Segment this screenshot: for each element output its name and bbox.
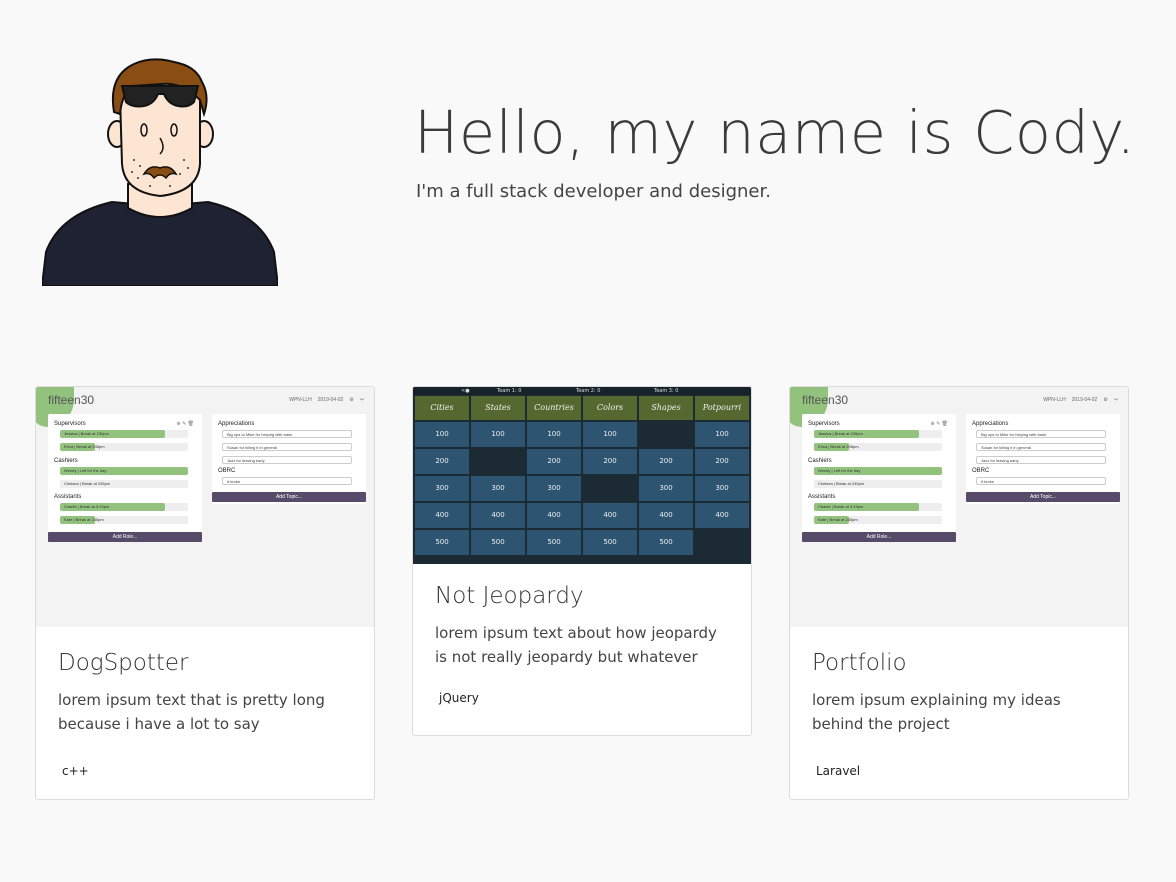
- jeopardy-scorebar: <● Team 1: 0 Team 2: 0 Team 3: 0: [413, 387, 751, 395]
- jeopardy-cell[interactable]: 200: [527, 449, 581, 474]
- hero-subtitle: I'm a full stack developer and designer.: [416, 181, 771, 202]
- jeopardy-cell[interactable]: 500: [583, 530, 637, 555]
- jeopardy-cell[interactable]: 300: [695, 476, 749, 501]
- project-description: lorem ipsum text about how jeopardy is n…: [435, 624, 717, 666]
- project-tech-tag: c++: [62, 764, 89, 778]
- jeopardy-cell[interactable]: 300: [527, 476, 581, 501]
- jeopardy-cell[interactable]: 400: [639, 503, 693, 528]
- jeopardy-cell[interactable]: 500: [639, 530, 693, 555]
- project-description: lorem ipsum explaining my ideas behind t…: [812, 691, 1061, 733]
- project-title: Portfolio: [812, 650, 907, 676]
- jeopardy-category: Colors: [583, 396, 637, 420]
- project-card-not-jeopardy[interactable]: <● Team 1: 0 Team 2: 0 Team 3: 0 Cities S…: [412, 386, 752, 736]
- jeopardy-cell[interactable]: 400: [415, 503, 469, 528]
- project-title: DogSpotter: [58, 650, 189, 676]
- project-tech-tag: jQuery: [439, 691, 479, 705]
- jeopardy-cell[interactable]: 500: [471, 530, 525, 555]
- mock-brand: fifteen30: [48, 393, 95, 407]
- jeopardy-cell[interactable]: 100: [583, 422, 637, 447]
- jeopardy-cell-used: [583, 476, 637, 501]
- project-description: lorem ipsum text that is pretty long bec…: [58, 691, 325, 733]
- jeopardy-cell[interactable]: 400: [471, 503, 525, 528]
- jeopardy-cell[interactable]: 300: [415, 476, 469, 501]
- jeopardy-cell[interactable]: 200: [639, 449, 693, 474]
- jeopardy-cell[interactable]: 200: [695, 449, 749, 474]
- jeopardy-cell[interactable]: 300: [639, 476, 693, 501]
- jeopardy-cell[interactable]: 200: [415, 449, 469, 474]
- jeopardy-cell[interactable]: 400: [583, 503, 637, 528]
- project-screenshot: fifteen30 WPN-LLH 2019-04-02 ⚙ ↪ Supervisor…: [790, 387, 1128, 627]
- jeopardy-cell[interactable]: 100: [695, 422, 749, 447]
- jeopardy-cell[interactable]: 400: [695, 503, 749, 528]
- avatar-illustration: [42, 58, 278, 286]
- jeopardy-cell[interactable]: 100: [415, 422, 469, 447]
- hero-title: Hello, my name is Cody.: [414, 98, 1136, 167]
- jeopardy-cell[interactable]: 300: [471, 476, 525, 501]
- jeopardy-category: Shapes: [639, 396, 693, 420]
- jeopardy-cell[interactable]: 400: [527, 503, 581, 528]
- mock-brand: fifteen30: [802, 393, 849, 407]
- project-screenshot: <● Team 1: 0 Team 2: 0 Team 3: 0 Cities S…: [413, 387, 751, 564]
- jeopardy-cell-used: [695, 530, 749, 555]
- project-tech-tag: Laravel: [816, 764, 861, 778]
- jeopardy-cell[interactable]: 500: [415, 530, 469, 555]
- jeopardy-cell-used: [639, 422, 693, 447]
- jeopardy-cell[interactable]: 500: [527, 530, 581, 555]
- jeopardy-category: Cities: [415, 396, 469, 420]
- jeopardy-category: States: [471, 396, 525, 420]
- fifteen30-mock: fifteen30 WPN-LLH 2019-04-02 ⚙ ↪ Supervisor…: [790, 387, 1128, 627]
- jeopardy-cell[interactable]: 200: [583, 449, 637, 474]
- jeopardy-category: Potpourri: [695, 396, 749, 420]
- project-title: Not Jeopardy: [435, 583, 584, 609]
- jeopardy-category: Countries: [527, 396, 581, 420]
- project-screenshot: fifteen30 WPN-LLH 2019-04-02 ⚙ ↪ Supervisor…: [36, 387, 374, 627]
- jeopardy-cell[interactable]: 100: [471, 422, 525, 447]
- jeopardy-cell[interactable]: 100: [527, 422, 581, 447]
- fifteen30-mock: fifteen30 WPN-LLH 2019-04-02 ⚙ ↪ Supervisor…: [36, 387, 374, 627]
- project-card-dogspotter[interactable]: fifteen30 WPN-LLH 2019-04-02 ⚙ ↪ Supervisor…: [35, 386, 375, 800]
- jeopardy-cell-used: [471, 449, 525, 474]
- project-card-portfolio[interactable]: fifteen30 WPN-LLH 2019-04-02 ⚙ ↪ Supervisor…: [789, 386, 1129, 800]
